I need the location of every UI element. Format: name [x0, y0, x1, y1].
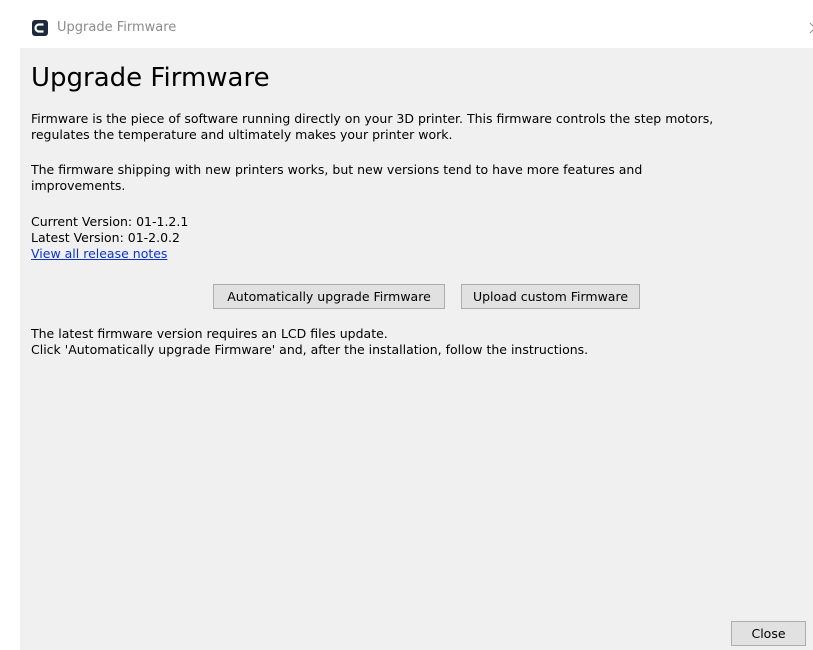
auto-upgrade-button[interactable]: Automatically upgrade Firmware [213, 284, 445, 309]
notice-line-2: Click 'Automatically upgrade Firmware' a… [31, 342, 589, 357]
description-line-4: improvements. [31, 178, 126, 193]
description-line-1: Firmware is the piece of software runnin… [31, 111, 714, 126]
upload-custom-firmware-button[interactable]: Upload custom Firmware [461, 284, 640, 309]
cura-logo-icon [32, 20, 48, 36]
close-icon[interactable] [807, 20, 813, 36]
close-button[interactable]: Close [731, 621, 806, 646]
upgrade-firmware-dialog: Upgrade Firmware Upgrade Firmware Firmwa… [20, 8, 813, 650]
latest-version: Latest Version: 01-2.0.2 [31, 230, 180, 245]
current-version: Current Version: 01-1.2.1 [31, 214, 189, 229]
notice-line-1: The latest firmware version requires an … [31, 326, 388, 341]
window-title: Upgrade Firmware [57, 20, 177, 35]
page-title: Upgrade Firmware [31, 63, 270, 93]
description-line-2: regulates the temperature and ultimately… [31, 127, 453, 142]
description-line-3: The firmware shipping with new printers … [31, 162, 643, 177]
title-bar: Upgrade Firmware [20, 8, 813, 48]
release-notes-link[interactable]: View all release notes [31, 246, 167, 262]
